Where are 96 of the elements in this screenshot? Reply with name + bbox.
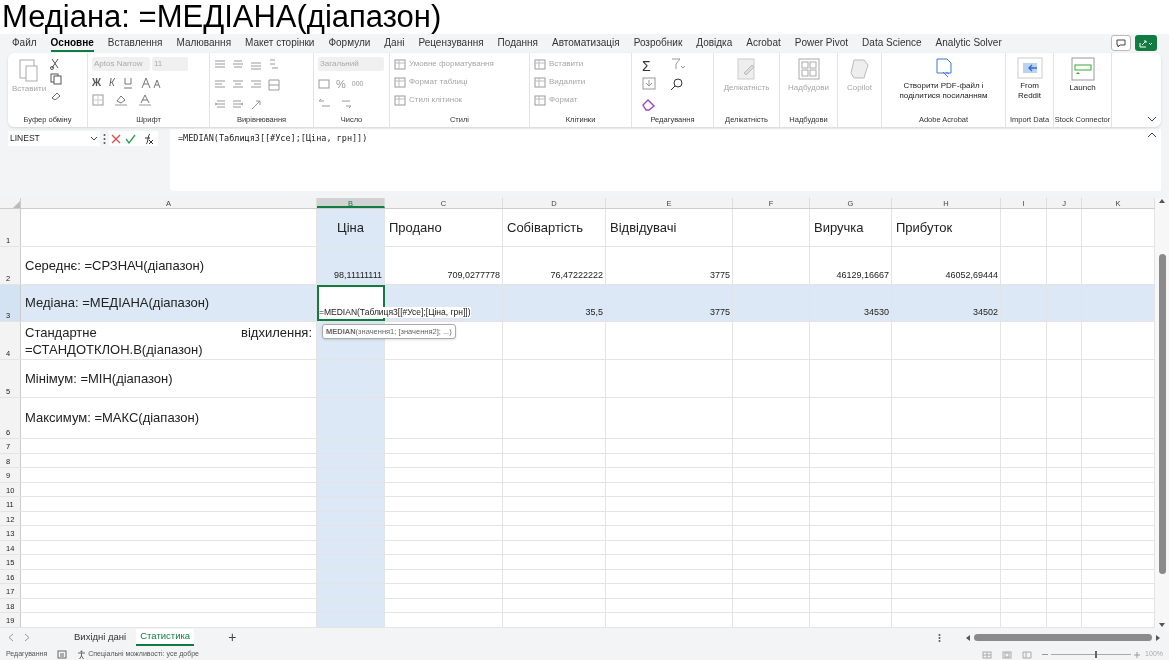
menu-tab[interactable]: Power Pivot: [794, 34, 849, 52]
check-icon[interactable]: [125, 133, 136, 144]
cancel-icon[interactable]: [111, 133, 121, 144]
increase-decimal-icon[interactable]: [318, 97, 332, 109]
add-sheet-button[interactable]: +: [228, 627, 237, 648]
table-cell: 35,5: [503, 285, 606, 321]
dropdown-icon: [90, 136, 98, 141]
pdf-icon: [933, 57, 954, 79]
search-icon[interactable]: [670, 77, 684, 92]
menu-tab[interactable]: Acrobat: [746, 34, 781, 52]
formula-field[interactable]: =MEDIAN(Таблиця3[[#Усе];[Ціна, грн]]): [170, 129, 1161, 191]
more-icon[interactable]: [103, 133, 106, 145]
cell-editor[interactable]: =MEDIAN(Таблиця3[[#Усе];[Ціна, грн]]): [319, 307, 471, 318]
wrap-text-icon[interactable]: [268, 59, 280, 71]
menu-tab[interactable]: Вставлення: [107, 34, 163, 52]
indent-icon[interactable]: [214, 99, 226, 111]
table-cell: 3775: [606, 285, 733, 321]
collapse-ribbon-icon[interactable]: [1147, 116, 1157, 123]
fill-down-icon[interactable]: [642, 77, 656, 91]
scrollbar-thumb[interactable]: [974, 634, 1152, 641]
stock-chart-icon: [1070, 57, 1095, 81]
menu-tab[interactable]: Analytic Solver: [935, 34, 1002, 52]
name-box[interactable]: LINEST: [8, 131, 100, 146]
ribbon-command[interactable]: Створити PDF-файл і поділитися посиланням: [886, 57, 1001, 114]
zoom-in-icon[interactable]: [1134, 651, 1141, 658]
align-bottom-icon[interactable]: [250, 59, 262, 71]
sort-filter-icon[interactable]: [670, 57, 686, 71]
menu-tab[interactable]: Формули: [328, 34, 371, 52]
scrollbar-thumb[interactable]: [1158, 254, 1166, 574]
align-top-icon[interactable]: [214, 59, 226, 71]
menu-tab[interactable]: Довідка: [696, 34, 733, 52]
menu-tab[interactable]: Дані: [384, 34, 405, 52]
menu-tab[interactable]: Data Science: [862, 34, 922, 52]
menu-tab[interactable]: Подання: [497, 34, 538, 52]
underline-icon[interactable]: [122, 76, 133, 89]
menu-tab[interactable]: Малювання: [176, 34, 232, 52]
table-cell: 98,11111111: [317, 247, 385, 284]
share-button[interactable]: [1135, 35, 1157, 51]
heading-text: Медіана: =МЕДІАНА(діапазон): [1, 0, 442, 34]
scroll-right-icon[interactable]: [1155, 633, 1161, 642]
zoom-thumb[interactable]: [1095, 651, 1098, 658]
align-middle-icon[interactable]: [232, 59, 244, 71]
copy-icon[interactable]: [50, 73, 62, 85]
menu-tab[interactable]: Рецензування: [418, 34, 484, 52]
borders-icon[interactable]: [92, 94, 104, 106]
autosum-button[interactable]: Σ: [642, 57, 658, 75]
table-icon: [534, 58, 546, 70]
menu-tab[interactable]: Розробник: [633, 34, 683, 52]
currency-icon[interactable]: [318, 79, 330, 90]
fill-color-icon[interactable]: [114, 94, 128, 106]
menu-tab[interactable]: Файл: [12, 34, 37, 52]
menu-tab[interactable]: Автоматизація: [552, 34, 620, 52]
align-right-icon[interactable]: [250, 79, 262, 91]
copilot-icon: [847, 57, 872, 81]
menu-tab[interactable]: Макет сторінки: [245, 34, 315, 52]
macro-icon[interactable]: [57, 650, 68, 659]
page-break-icon[interactable]: [1022, 650, 1033, 659]
table-icon: [534, 76, 546, 88]
clipboard-icon: [19, 57, 39, 83]
sheet-tab[interactable]: Статистика: [136, 629, 195, 646]
font-color-icon[interactable]: [138, 94, 152, 106]
accessibility-icon[interactable]: [77, 650, 87, 659]
scroll-up-icon[interactable]: [1158, 198, 1166, 204]
table-cell: Ціна: [317, 209, 385, 246]
more-icon[interactable]: [938, 632, 941, 643]
normal-view-icon[interactable]: [982, 650, 993, 659]
next-sheet-icon[interactable]: [24, 633, 30, 642]
bold-button[interactable]: Ж: [92, 75, 102, 90]
comment-icon: [1116, 38, 1126, 48]
align-center-icon[interactable]: [232, 79, 244, 91]
table-cell: Медіана: =МЕДІАНА(діапазон): [21, 285, 317, 321]
label-icon: [735, 57, 758, 81]
orientation-icon[interactable]: [250, 99, 262, 111]
align-left-icon[interactable]: [214, 79, 226, 91]
collapse-icon: [1147, 132, 1157, 138]
ribbon-command[interactable]: Launch: [1058, 57, 1107, 114]
table-icon: [534, 94, 546, 106]
page-layout-icon[interactable]: [1002, 650, 1013, 659]
outdent-icon[interactable]: [232, 99, 244, 111]
table-cell: 34502: [892, 285, 1001, 321]
eraser-icon[interactable]: [642, 97, 656, 111]
previous-sheet-icon[interactable]: [8, 633, 14, 642]
italic-button[interactable]: К: [109, 75, 115, 90]
table-icon: [394, 94, 406, 106]
import-icon: [1016, 57, 1043, 79]
merge-icon[interactable]: [268, 79, 280, 91]
scroll-left-icon[interactable]: [965, 633, 971, 642]
ribbon-command[interactable]: From Reddit: [1010, 57, 1049, 114]
table-cell: 34530: [810, 285, 892, 321]
sheet-tab[interactable]: Вихідні дані: [70, 629, 131, 646]
cut-icon[interactable]: [50, 58, 60, 70]
comments-button[interactable]: [1111, 35, 1131, 51]
table-icon: [394, 58, 406, 70]
share-icon: [1139, 38, 1153, 48]
table-icon: [394, 76, 406, 88]
add-ins-icon: [796, 57, 821, 81]
